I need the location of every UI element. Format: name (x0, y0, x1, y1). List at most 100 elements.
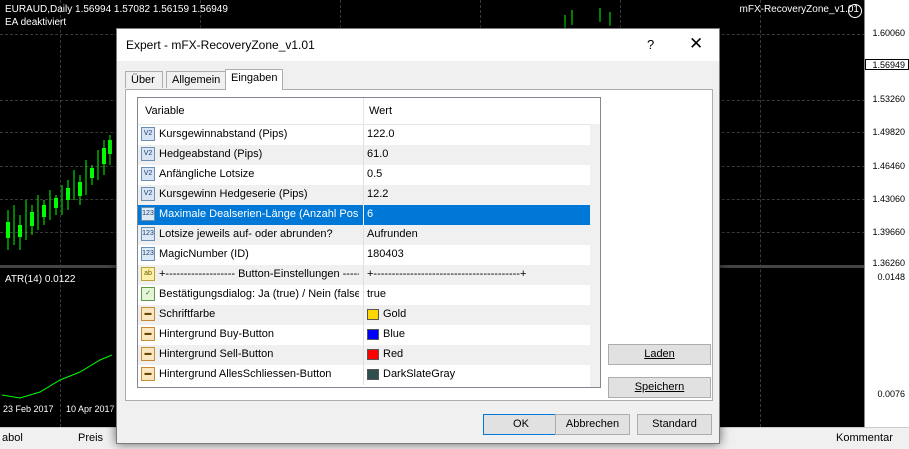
input-value[interactable]: 0.5 (367, 168, 382, 180)
close-button[interactable]: ✕ (689, 34, 703, 54)
cell-divider (363, 345, 364, 365)
string-type-icon: ab (141, 267, 155, 281)
input-value[interactable]: Blue (383, 328, 405, 340)
color-swatch[interactable] (367, 349, 379, 360)
column-divider[interactable] (363, 98, 364, 124)
inputs-grid: Variable Wert V2 Kursgewinnabstand (Pips)… (137, 97, 601, 388)
number-type-icon: 123 (141, 247, 155, 261)
column-header-variable[interactable]: Variable (145, 105, 185, 117)
cell-divider (363, 265, 364, 285)
input-value[interactable]: 6 (367, 208, 373, 220)
input-row[interactable]: ▬ Hintergrund AllesSchliessen-Button DarkS… (138, 365, 590, 385)
dialog-titlebar[interactable]: Expert - mFX-RecoveryZone_v1.01 ? ✕ (117, 29, 719, 61)
price-level: 1.39660 (872, 227, 905, 237)
cell-divider (363, 305, 364, 325)
input-name: Hintergrund Sell-Button (159, 348, 274, 360)
input-name: Kursgewinnabstand (Pips) (159, 128, 288, 140)
color-type-icon: ▬ (141, 307, 155, 321)
number-type-icon: V2 (141, 187, 155, 201)
cancel-button[interactable]: Abbrechen (555, 414, 630, 435)
color-type-icon: ▬ (141, 327, 155, 341)
grid-header: Variable Wert (138, 98, 600, 125)
number-type-icon: 123 (141, 207, 155, 221)
status-column: abol (2, 432, 23, 444)
help-button[interactable]: ? (647, 37, 654, 52)
ea-name-label: mFX-RecoveryZone_v1.01 (739, 4, 860, 15)
color-swatch[interactable] (367, 309, 379, 320)
status-column: Preis (78, 432, 104, 444)
cell-divider (363, 365, 364, 385)
atr-level: 0.0076 (877, 389, 905, 399)
atr-level: 0.0148 (877, 272, 905, 282)
save-button[interactable]: Speichern (608, 377, 711, 398)
input-value[interactable]: Red (383, 348, 403, 360)
ea-status: EA deaktiviert (5, 17, 67, 28)
input-name: Hintergrund Buy-Button (159, 328, 274, 340)
cell-divider (363, 225, 364, 245)
input-value[interactable]: Gold (383, 308, 406, 320)
cell-divider (363, 325, 364, 345)
standard-button[interactable]: Standard (637, 414, 712, 435)
input-row[interactable]: ▬ Schriftfarbe Gold (138, 305, 590, 325)
expert-dialog: Expert - mFX-RecoveryZone_v1.01 ? ✕ Über… (116, 28, 720, 444)
cell-divider (363, 145, 364, 165)
input-value[interactable]: DarkSlateGray (383, 368, 455, 380)
input-name: Kursgewinn Hedgeserie (Pips) (159, 188, 308, 200)
ea-smiley-icon (848, 4, 862, 18)
input-row[interactable]: ▬ Hintergrund Sell-Button Red (138, 345, 590, 365)
atr-label: ATR(14) 0.0122 (5, 274, 76, 285)
input-value[interactable]: 61.0 (367, 148, 388, 160)
input-row[interactable]: 123 Lotsize jeweils auf- oder abrunden? Au… (138, 225, 590, 245)
input-row[interactable]: V2 Anfängliche Lotsize 0.5 (138, 165, 590, 185)
input-value[interactable]: Aufrunden (367, 228, 418, 240)
input-row[interactable]: V2 Kursgewinn Hedgeserie (Pips) 12.2 (138, 185, 590, 205)
dialog-title: Expert - mFX-RecoveryZone_v1.01 (126, 38, 315, 52)
input-value[interactable]: +---------------------------------------… (367, 268, 526, 280)
input-row[interactable]: ab +------------------- Button-Einstellun… (138, 265, 590, 285)
inputs-panel: Variable Wert V2 Kursgewinnabstand (Pips)… (125, 89, 713, 401)
color-swatch[interactable] (367, 329, 379, 340)
price-level: 1.43060 (872, 194, 905, 204)
tab-inputs[interactable]: Eingaben (225, 69, 283, 90)
column-header-value[interactable]: Wert (369, 105, 392, 117)
bool-type-icon: ✓ (141, 287, 155, 301)
date-label: 23 Feb 2017 (3, 404, 54, 414)
chart-symbol-info: EURAUD,Daily 1.56994 1.57082 1.56159 1.5… (5, 4, 228, 15)
input-value[interactable]: 180403 (367, 248, 404, 260)
input-row[interactable]: ✓ Bestätigungsdialog: Ja (true) / Nein (f… (138, 285, 590, 305)
color-swatch[interactable] (367, 369, 379, 380)
load-button-label: Laden (644, 348, 675, 360)
cell-divider (363, 205, 364, 225)
color-type-icon: ▬ (141, 367, 155, 381)
number-type-icon: V2 (141, 127, 155, 141)
input-name: MagicNumber (ID) (159, 248, 249, 260)
color-type-icon: ▬ (141, 347, 155, 361)
input-name: Bestätigungsdialog: Ja (true) / Nein (fa… (159, 288, 359, 300)
price-level: 1.49820 (872, 127, 905, 137)
input-name: Schriftfarbe (159, 308, 216, 320)
price-level: 1.53260 (872, 94, 905, 104)
cell-divider (363, 245, 364, 265)
cell-divider (363, 165, 364, 185)
input-row[interactable]: ▬ Hintergrund Buy-Button Blue (138, 325, 590, 345)
input-name: +------------------- Button-Einstellunge… (159, 268, 359, 280)
input-value[interactable]: 122.0 (367, 128, 395, 140)
price-level: 1.46460 (872, 161, 905, 171)
input-row[interactable]: V2 Kursgewinnabstand (Pips) 122.0 (138, 125, 590, 145)
ok-button[interactable]: OK (483, 414, 559, 435)
input-value[interactable]: true (367, 288, 386, 300)
grid-scrollbar[interactable] (590, 124, 600, 387)
input-value[interactable]: 12.2 (367, 188, 388, 200)
input-name: Maximale Dealserien-Länge (Anzahl Posi..… (159, 208, 359, 220)
load-button[interactable]: Laden (608, 344, 711, 365)
input-row[interactable]: V2 Hedgeabstand (Pips) 61.0 (138, 145, 590, 165)
current-price-label: 1.56949 (865, 59, 909, 70)
save-button-label: Speichern (634, 381, 685, 393)
number-type-icon: V2 (141, 167, 155, 181)
tab-general[interactable]: Allgemein (166, 71, 226, 88)
price-level: 1.60060 (872, 28, 905, 38)
input-row[interactable]: 123 Maximale Dealserien-Länge (Anzahl Pos… (138, 205, 590, 225)
input-row[interactable]: 123 MagicNumber (ID) 180403 (138, 245, 590, 265)
tab-about[interactable]: Über (125, 71, 163, 88)
input-name: Hintergrund AllesSchliessen-Button (159, 368, 332, 380)
